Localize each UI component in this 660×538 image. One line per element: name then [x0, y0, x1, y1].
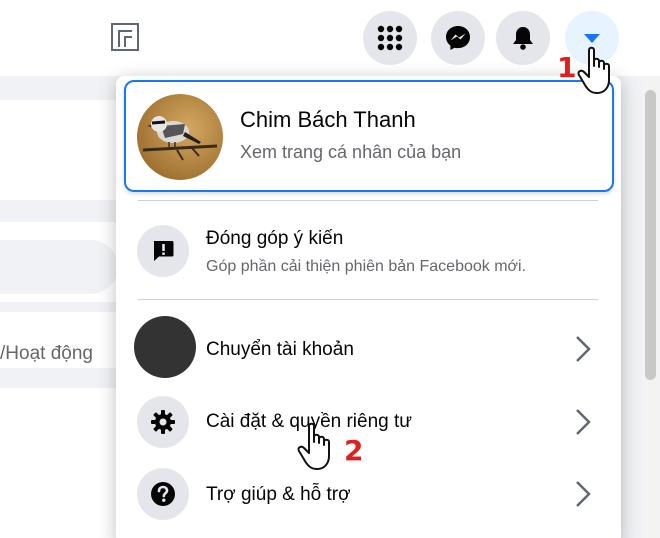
- bookmark-square-icon[interactable]: [110, 22, 140, 52]
- hand-cursor-icon: [297, 422, 330, 470]
- exclamation-message-icon: [153, 241, 174, 261]
- background-card: [0, 100, 130, 200]
- notifications-button[interactable]: [496, 11, 550, 65]
- avatar: [137, 94, 223, 180]
- step-marker-1: 1: [557, 51, 577, 84]
- question-circle-icon: [151, 482, 175, 506]
- background-search-pill: [0, 240, 118, 294]
- settings-item-icon: [137, 396, 189, 448]
- chevron-right-icon: [576, 409, 591, 435]
- caret-down-icon: [584, 34, 600, 43]
- feedback-item-icon: [137, 225, 189, 277]
- chevron-right-icon: [576, 481, 591, 507]
- menu-grid-button[interactable]: [363, 11, 417, 65]
- feedback-description: Góp phần cải thiện phiên bản Facebook mớ…: [206, 258, 527, 275]
- help-support-menu-item[interactable]: Trợ giúp & hỗ trợ: [206, 484, 351, 506]
- step-marker-2: 2: [344, 434, 364, 467]
- page-scrollbar-thumb[interactable]: [645, 90, 656, 380]
- messenger-icon: [446, 26, 470, 50]
- feedback-menu-item[interactable]: Đóng góp ý kiến: [206, 228, 343, 250]
- switch-account-avatar: [134, 316, 196, 378]
- hand-cursor-icon: [577, 46, 610, 94]
- menu-divider: [138, 299, 598, 300]
- bell-icon: [513, 27, 533, 50]
- bird-avatar-image: [137, 94, 223, 180]
- messenger-button[interactable]: [431, 11, 485, 65]
- help-item-icon: [137, 468, 189, 520]
- grid-dots-icon: [377, 25, 403, 51]
- profile-name: Chim Bách Thanh: [240, 107, 416, 132]
- activity-label: /Hoạt động: [0, 343, 93, 364]
- menu-divider: [138, 200, 598, 201]
- gear-icon: [151, 410, 175, 434]
- view-profile-link[interactable]: Xem trang cá nhân của bạn: [240, 142, 461, 163]
- switch-account-menu-item[interactable]: Chuyển tài khoản: [206, 339, 354, 361]
- background-card: [0, 388, 130, 538]
- chevron-right-icon: [576, 336, 591, 362]
